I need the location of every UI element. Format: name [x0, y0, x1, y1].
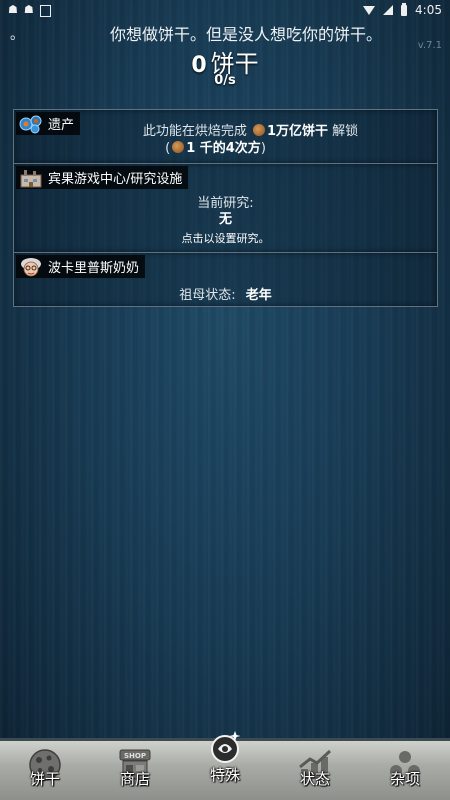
- research-hint[interactable]: 点击以设置研究。: [14, 230, 437, 246]
- legacy-unlock-line2: (1 千的4次方): [4, 137, 427, 156]
- legacy-paren-open: (: [165, 141, 171, 156]
- bug-icon: ☗: [8, 3, 18, 16]
- nav-special-label: 特殊: [209, 766, 240, 784]
- nav-shop-label: 商店: [119, 770, 150, 788]
- bottom-nav: 饼干 SHOP 商店 特殊 状态 杂项: [0, 731, 450, 800]
- nav-special[interactable]: 特殊: [180, 731, 270, 800]
- news-bullet: 。: [10, 27, 24, 43]
- legacy-unlock-amount-2: 1 千的4次方: [186, 141, 261, 156]
- cookie-icon: [172, 141, 185, 153]
- nav-cookies[interactable]: 饼干: [0, 741, 90, 800]
- nav-misc[interactable]: 杂项: [360, 741, 450, 800]
- clock: 4:05: [415, 3, 442, 17]
- research-title-text: 宾果游戏中心/研究设施: [48, 172, 183, 187]
- cookie-icon: [252, 124, 265, 136]
- grandmapocalypse-panel[interactable]: 波卡里普斯奶奶 祖母状态: 老年: [13, 252, 438, 307]
- wifi-icon: [363, 5, 376, 15]
- grandmapocalypse-title-text: 波卡里普斯奶奶: [48, 261, 140, 276]
- signal-icon: [383, 5, 394, 15]
- nav-cookies-label: 饼干: [29, 770, 60, 788]
- current-research-value: 无: [218, 212, 232, 227]
- news-ticker[interactable]: 你想做饼干。但是没人想吃你的饼干。: [110, 21, 382, 45]
- battery-icon: [401, 2, 408, 16]
- bug-icon: ☗: [23, 3, 34, 16]
- svg-text:SHOP: SHOP: [124, 752, 146, 760]
- legacy-panel[interactable]: 遗产 此功能在烘焙完成 1万亿饼干 解锁 (1 千的4次方): [13, 109, 438, 164]
- cookies-per-second: 0/s: [214, 73, 236, 88]
- grandma-status-line: 祖母状态: 老年: [14, 284, 437, 303]
- research-panel[interactable]: 宾果游戏中心/研究设施 当前研究: 无 点击以设置研究。: [13, 163, 438, 253]
- nav-shop[interactable]: SHOP 商店: [90, 741, 180, 800]
- status-bar: ☗ ☗ 4:05: [0, 0, 450, 20]
- legacy-paren-close: ): [260, 141, 266, 156]
- grandmapocalypse-panel-title: 波卡里普斯奶奶: [16, 255, 146, 278]
- nav-stats-label: 状态: [299, 770, 330, 788]
- special-icon: [205, 727, 245, 763]
- grandma-icon: [18, 256, 44, 278]
- grandma-status-label: 祖母状态:: [179, 288, 236, 303]
- nav-stats[interactable]: 状态: [270, 741, 360, 800]
- grandma-status-value: 老年: [245, 288, 272, 303]
- notification-box-icon: [39, 5, 51, 17]
- research-facility-icon: [18, 167, 44, 189]
- research-panel-title: 宾果游戏中心/研究设施: [16, 166, 189, 189]
- nav-misc-label: 杂项: [389, 770, 420, 788]
